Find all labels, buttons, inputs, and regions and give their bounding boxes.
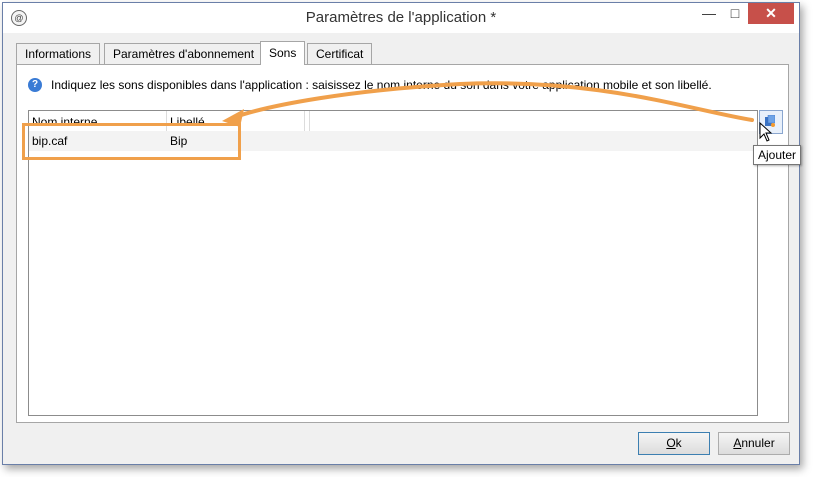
tab-certificat[interactable]: Certificat bbox=[307, 43, 373, 64]
tab-sons[interactable]: Sons bbox=[260, 41, 306, 65]
tab-parametres-abonnement[interactable]: Paramètres d'abonnement bbox=[104, 43, 264, 64]
highlight-box bbox=[22, 123, 241, 160]
info-text: Indiquez les sons disponibles dans l'app… bbox=[51, 78, 712, 92]
cancel-label-rest: nnuler bbox=[741, 436, 775, 450]
ok-button[interactable]: Ok bbox=[638, 432, 710, 455]
cancel-button[interactable]: Annuler bbox=[718, 432, 790, 455]
add-tooltip: Ajouter bbox=[753, 145, 802, 165]
column-divider bbox=[305, 111, 310, 131]
ok-access-key: O bbox=[666, 436, 676, 450]
minimize-button[interactable]: — bbox=[696, 3, 722, 24]
window-title: Paramètres de l'application * bbox=[305, 9, 497, 26]
ok-label-rest: k bbox=[675, 436, 682, 450]
mouse-cursor-icon bbox=[759, 122, 773, 142]
help-icon: ? bbox=[28, 78, 42, 92]
title-bar[interactable]: @ Paramètres de l'application * — □ ✕ bbox=[3, 3, 799, 33]
dialog-window: @ Paramètres de l'application * — □ ✕ In… bbox=[2, 2, 800, 465]
tab-informations[interactable]: Informations bbox=[16, 43, 101, 64]
close-button[interactable]: ✕ bbox=[748, 3, 794, 24]
maximize-button[interactable]: □ bbox=[722, 3, 748, 24]
tab-panel-sons: ? Indiquez les sons disponibles dans l'a… bbox=[16, 64, 789, 423]
